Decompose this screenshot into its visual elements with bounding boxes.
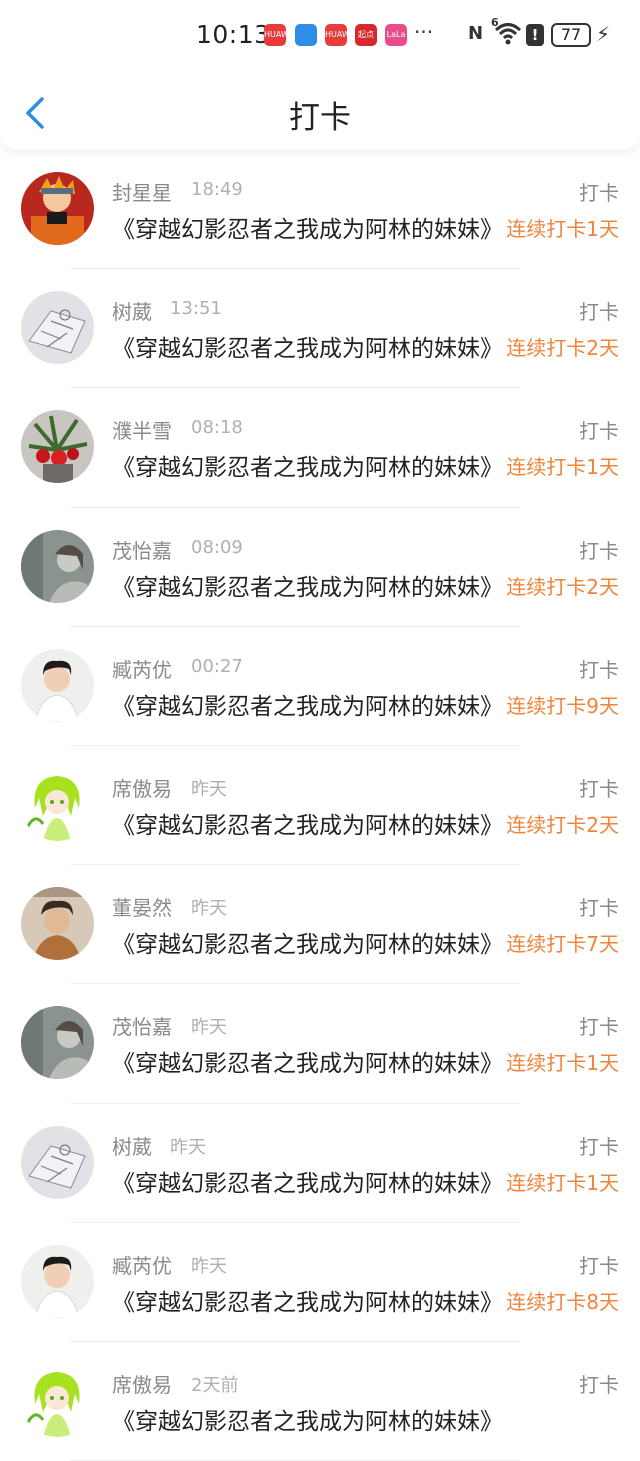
- checkin-tag: 打卡: [579, 538, 619, 563]
- user-name: 臧芮优: [112, 1253, 172, 1278]
- checkin-tag: 打卡: [579, 1253, 619, 1278]
- streak-label: 连续打卡9天: [506, 693, 619, 718]
- qidian-icon: 起点: [355, 24, 377, 46]
- checkin-tag: 打卡: [579, 1372, 619, 1397]
- checkin-time: 昨天: [191, 898, 227, 920]
- book-title[interactable]: 《穿越幻影忍者之我成为阿林的妹妹》: [112, 925, 504, 959]
- huawei-store-icon: HUAWEI: [264, 24, 286, 46]
- checkin-row[interactable]: 树葳 昨天 打卡《穿越幻影忍者之我成为阿林的妹妹》 连续打卡1天: [0, 1104, 640, 1223]
- checkin-row[interactable]: 茂怡嘉 08:09 打卡《穿越幻影忍者之我成为阿林的妹妹》 连续打卡2天: [0, 508, 640, 627]
- checkin-time: 昨天: [170, 1136, 206, 1158]
- book-title[interactable]: 《穿越幻影忍者之我成为阿林的妹妹》: [112, 1044, 504, 1078]
- user-name: 臧芮优: [112, 657, 172, 682]
- book-title[interactable]: 《穿越幻影忍者之我成为阿林的妹妹》: [112, 568, 504, 602]
- user-avatar[interactable]: [21, 1125, 94, 1199]
- checkin-row[interactable]: 树葳 13:51 打卡《穿越幻影忍者之我成为阿林的妹妹》 连续打卡2天: [0, 269, 640, 389]
- checkin-row[interactable]: 席傲易 2天前 打卡《穿越幻影忍者之我成为阿林的妹妹》: [0, 1342, 640, 1461]
- user-name: 董晏然: [112, 896, 172, 921]
- book-title[interactable]: 《穿越幻影忍者之我成为阿林的妹妹》: [112, 1283, 504, 1317]
- checkin-tag: 打卡: [579, 1134, 619, 1159]
- user-avatar[interactable]: [21, 1363, 94, 1437]
- user-avatar[interactable]: [21, 291, 94, 365]
- alert-icon: !: [526, 24, 544, 46]
- user-name: 茂怡嘉: [112, 1015, 172, 1040]
- checkin-tag: 打卡: [579, 300, 619, 325]
- user-name: 席傲易: [112, 1372, 172, 1397]
- checkin-time: 2天前: [191, 1374, 239, 1396]
- checkin-row[interactable]: 封星星 18:49 打卡《穿越幻影忍者之我成为阿林的妹妹》 连续打卡1天: [0, 150, 640, 270]
- streak-label: 连续打卡1天: [506, 217, 619, 241]
- checkin-tag: 打卡: [579, 657, 619, 682]
- checkin-time: 18:49: [191, 179, 243, 200]
- checkin-row[interactable]: 茂怡嘉 昨天 打卡《穿越幻影忍者之我成为阿林的妹妹》 连续打卡1天: [0, 984, 640, 1104]
- battery-indicator: 77: [551, 23, 591, 47]
- book-title[interactable]: 《穿越幻影忍者之我成为阿林的妹妹》: [112, 687, 504, 721]
- streak-label: 连续打卡1天: [506, 1051, 619, 1076]
- streak-label: 连续打卡1天: [506, 1170, 619, 1195]
- checkin-row[interactable]: 席傲易 昨天 打卡《穿越幻影忍者之我成为阿林的妹妹》 连续打卡2天: [0, 746, 640, 866]
- checkin-tag: 打卡: [579, 419, 619, 444]
- user-name: 封星星: [112, 181, 172, 205]
- checkin-tag: 打卡: [579, 181, 619, 205]
- checkin-time: 13:51: [170, 298, 222, 320]
- user-avatar[interactable]: [21, 887, 94, 961]
- user-name: 茂怡嘉: [112, 538, 172, 563]
- status-bar: 10:13 HUAWEI HUAWEI 起点 LaLa ··· N 6 ! 77 ⚡: [0, 0, 640, 70]
- user-name: 树葳: [112, 1134, 152, 1159]
- user-avatar[interactable]: [21, 648, 94, 722]
- user-avatar[interactable]: [21, 1244, 94, 1318]
- checkin-time: 00:27: [191, 655, 243, 677]
- streak-label: 连续打卡2天: [506, 574, 619, 599]
- user-avatar[interactable]: [21, 410, 94, 484]
- huawei-store-icon-2: HUAWEI: [325, 24, 347, 46]
- checkin-time: 昨天: [191, 778, 227, 800]
- top-navigation-bar: 打卡: [0, 70, 640, 150]
- checkin-list: 封星星 18:49 打卡 《穿越幻影忍者之我成为阿林的妹妹》 连续打卡1天 树葳 13:51…: [0, 150, 640, 1461]
- user-avatar[interactable]: [21, 529, 94, 603]
- checkin-time: 昨天: [191, 1255, 227, 1277]
- shield-app-icon: [295, 24, 317, 46]
- checkin-tag: 打卡: [579, 896, 619, 921]
- user-avatar[interactable]: [21, 767, 94, 841]
- checkin-time: 08:09: [191, 536, 243, 558]
- more-notifications-icon: ···: [414, 20, 434, 44]
- charging-icon: ⚡: [596, 22, 611, 46]
- book-title[interactable]: 《穿越幻影忍者之我成为阿林的妹妹》: [112, 1164, 504, 1198]
- checkin-row[interactable]: 臧芮优 00:27 打卡《穿越幻影忍者之我成为阿林的妹妹》 连续打卡9天: [0, 627, 640, 746]
- checkin-tag: 打卡: [579, 1015, 619, 1040]
- checkin-time: 08:18: [191, 417, 243, 439]
- page-title: 打卡: [289, 100, 351, 136]
- checkin-row[interactable]: 臧芮优 昨天 打卡《穿越幻影忍者之我成为阿林的妹妹》 连续打卡8天: [0, 1223, 640, 1342]
- streak-label: 连续打卡2天: [506, 336, 619, 361]
- lala-icon: LaLa: [385, 24, 407, 46]
- checkin-row[interactable]: 濮半雪 08:18 打卡《穿越幻影忍者之我成为阿林的妹妹》 连续打卡1天: [0, 388, 640, 508]
- streak-label: 连续打卡1天: [506, 455, 619, 480]
- streak-label: 连续打卡8天: [506, 1289, 619, 1314]
- book-title[interactable]: 《穿越幻影忍者之我成为阿林的妹妹》: [112, 329, 504, 363]
- user-avatar[interactable]: [21, 172, 94, 245]
- clock: 10:13: [196, 20, 271, 49]
- checkin-time: 昨天: [191, 1017, 227, 1039]
- user-name: 濮半雪: [112, 419, 172, 444]
- user-avatar[interactable]: [21, 1006, 94, 1080]
- signal-label: 6: [491, 16, 499, 29]
- book-title[interactable]: 《穿越幻影忍者之我成为阿林的妹妹》: [112, 448, 504, 482]
- book-title[interactable]: 《穿越幻影忍者之我成为阿林的妹妹》: [112, 1402, 504, 1436]
- user-name: 树葳: [112, 300, 152, 325]
- book-title[interactable]: 《穿越幻影忍者之我成为阿林的妹妹》: [112, 210, 504, 244]
- streak-label: 连续打卡7天: [506, 932, 619, 957]
- book-title[interactable]: 《穿越幻影忍者之我成为阿林的妹妹》: [112, 806, 504, 840]
- checkin-row[interactable]: 董晏然 昨天 打卡《穿越幻影忍者之我成为阿林的妹妹》 连续打卡7天: [0, 865, 640, 985]
- streak-label: 连续打卡2天: [506, 812, 619, 837]
- nfc-icon: N: [468, 23, 484, 44]
- checkin-tag: 打卡: [579, 776, 619, 801]
- user-name: 席傲易: [112, 776, 172, 801]
